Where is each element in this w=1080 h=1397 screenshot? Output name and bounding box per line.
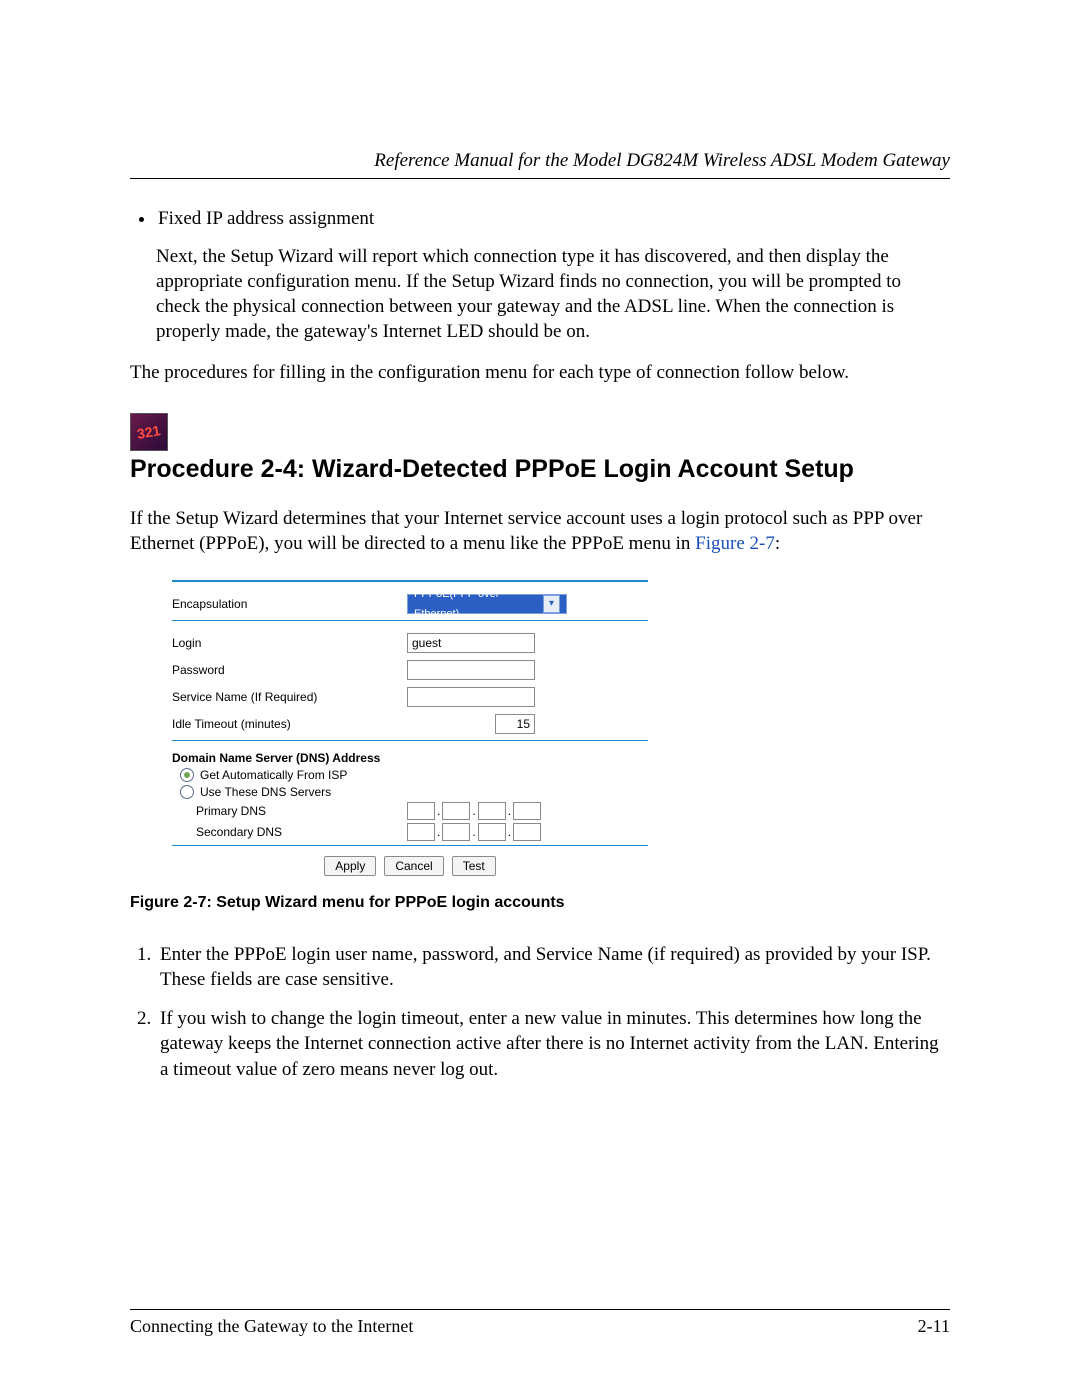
service-name-input[interactable] xyxy=(407,687,535,707)
figure-wizard-pppoe: Encapsulation PPPoE(PPP over Ethernet) ▾… xyxy=(172,580,648,876)
password-input[interactable] xyxy=(407,660,535,680)
encapsulation-selected-value: PPPoE(PPP over Ethernet) xyxy=(414,584,539,624)
login-input[interactable] xyxy=(407,633,535,653)
ip-octet-input[interactable] xyxy=(478,802,506,820)
divider xyxy=(172,580,648,582)
ip-octet-input[interactable] xyxy=(442,802,470,820)
footer-section-title: Connecting the Gateway to the Internet xyxy=(130,1316,413,1337)
divider xyxy=(172,845,648,846)
figure-link-2-7[interactable]: Figure 2-7 xyxy=(695,533,775,554)
step-1: Enter the PPPoE login user name, passwor… xyxy=(156,942,950,992)
row-idle-timeout: Idle Timeout (minutes) xyxy=(172,712,648,736)
paragraph-wizard-report: Next, the Setup Wizard will report which… xyxy=(156,244,950,344)
label-service-name: Service Name (If Required) xyxy=(172,690,407,704)
bullet-item: Fixed IP address assignment xyxy=(156,207,950,232)
encapsulation-select[interactable]: PPPoE(PPP over Ethernet) ▾ xyxy=(407,594,567,614)
radio-off-icon xyxy=(180,785,194,799)
running-header: Reference Manual for the Model DG824M Wi… xyxy=(130,150,950,179)
row-service-name: Service Name (If Required) xyxy=(172,685,648,709)
continued-bullet-list: Fixed IP address assignment xyxy=(156,207,950,232)
paragraph-pppoe-intro: If the Setup Wizard determines that your… xyxy=(130,506,950,556)
footer-page-number: 2-11 xyxy=(918,1316,950,1337)
procedure-icon-text: 321 xyxy=(136,422,162,442)
label-password: Password xyxy=(172,663,407,677)
label-encapsulation: Encapsulation xyxy=(172,597,407,611)
row-primary-dns: Primary DNS . . . xyxy=(196,802,648,820)
label-primary-dns: Primary DNS xyxy=(196,804,406,818)
page-footer: Connecting the Gateway to the Internet 2… xyxy=(130,1309,950,1337)
divider xyxy=(172,620,648,621)
test-button[interactable]: Test xyxy=(452,856,496,876)
apply-button[interactable]: Apply xyxy=(324,856,376,876)
label-idle-timeout: Idle Timeout (minutes) xyxy=(172,717,407,731)
row-encapsulation: Encapsulation PPPoE(PPP over Ethernet) ▾ xyxy=(172,592,648,616)
row-login: Login xyxy=(172,631,648,655)
text: : xyxy=(775,533,780,554)
chevron-down-icon: ▾ xyxy=(543,595,560,613)
figure-caption: Figure 2-7: Setup Wizard menu for PPPoE … xyxy=(130,894,950,912)
ip-octet-input[interactable] xyxy=(513,802,541,820)
primary-dns-input[interactable]: . . . xyxy=(406,802,542,820)
radio-row-dns-auto[interactable]: Get Automatically From ISP xyxy=(180,768,648,782)
text: If the Setup Wizard determines that your… xyxy=(130,508,922,554)
label-dns-auto: Get Automatically From ISP xyxy=(200,768,347,782)
radio-row-dns-manual[interactable]: Use These DNS Servers xyxy=(180,785,648,799)
idle-timeout-input[interactable] xyxy=(495,714,535,734)
numbered-steps: Enter the PPPoE login user name, passwor… xyxy=(156,942,950,1081)
row-secondary-dns: Secondary DNS . . . xyxy=(196,823,648,841)
row-password: Password xyxy=(172,658,648,682)
divider xyxy=(172,740,648,741)
button-bar: Apply Cancel Test xyxy=(172,856,648,876)
procedure-heading: Procedure 2-4: Wizard-Detected PPPoE Log… xyxy=(130,455,950,484)
ip-octet-input[interactable] xyxy=(442,823,470,841)
label-dns-manual: Use These DNS Servers xyxy=(200,785,331,799)
dns-section-header: Domain Name Server (DNS) Address xyxy=(172,751,648,765)
procedure-icon: 321 xyxy=(130,413,168,451)
page: Reference Manual for the Model DG824M Wi… xyxy=(0,0,1080,1397)
secondary-dns-input[interactable]: . . . xyxy=(406,823,542,841)
paragraph-procedures-follow: The procedures for filling in the config… xyxy=(130,360,950,385)
ip-octet-input[interactable] xyxy=(513,823,541,841)
step-2: If you wish to change the login timeout,… xyxy=(156,1006,950,1081)
ip-octet-input[interactable] xyxy=(478,823,506,841)
radio-on-icon xyxy=(180,768,194,782)
label-secondary-dns: Secondary DNS xyxy=(196,825,406,839)
ip-octet-input[interactable] xyxy=(407,823,435,841)
ip-octet-input[interactable] xyxy=(407,802,435,820)
label-login: Login xyxy=(172,636,407,650)
cancel-button[interactable]: Cancel xyxy=(384,856,443,876)
